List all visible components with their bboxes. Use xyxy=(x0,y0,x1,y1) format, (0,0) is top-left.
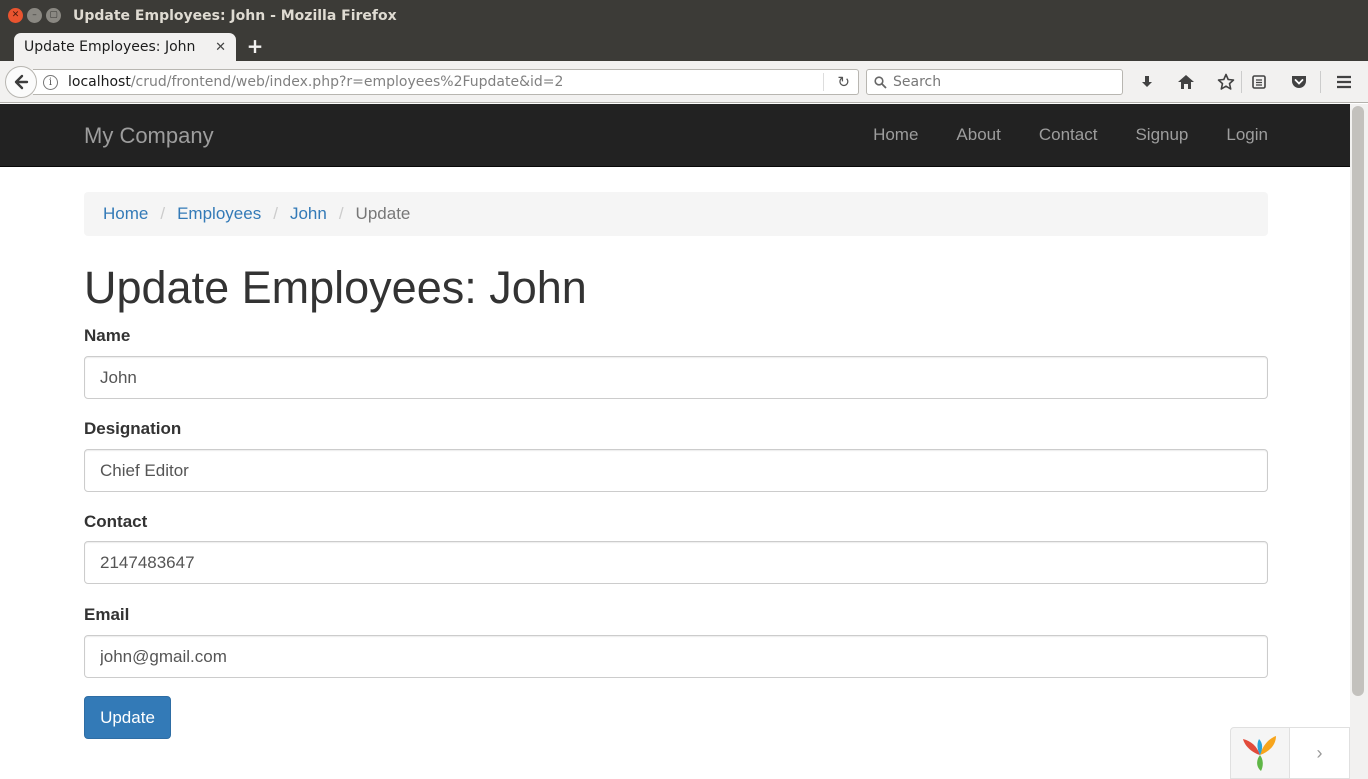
window-titlebar: ✕ – ▢ Update Employees: John - Mozilla F… xyxy=(0,0,1368,31)
url-path: /crud/frontend/web/index.php?r=employees… xyxy=(130,74,564,90)
page-title: Update Employees: John xyxy=(84,262,587,313)
breadcrumb-active-item: Update xyxy=(355,204,411,223)
breadcrumb-separator: / xyxy=(160,204,166,223)
url-host: localhost xyxy=(68,74,131,90)
nav-about-link[interactable]: About xyxy=(956,125,1000,145)
nav-login-link[interactable]: Login xyxy=(1226,125,1268,145)
toolbar-divider xyxy=(1241,71,1242,93)
bookmark-star-icon[interactable] xyxy=(1215,71,1237,93)
back-button[interactable] xyxy=(5,66,37,98)
yii-debug-toolbar[interactable]: › xyxy=(1230,727,1350,779)
breadcrumb-employees-link[interactable]: Employees xyxy=(177,204,261,224)
browser-toolbar: i localhost/crud/frontend/web/index.php?… xyxy=(0,61,1368,103)
window-maximize-icon[interactable]: ▢ xyxy=(46,8,61,23)
debug-toggle-icon[interactable]: › xyxy=(1289,728,1349,778)
site-nav-links: Home About Contact Signup Login xyxy=(835,125,1268,145)
page-viewport: My Company Home About Contact Signup Log… xyxy=(0,104,1350,779)
page-scrollbar-thumb[interactable] xyxy=(1352,106,1364,696)
email-label: Email xyxy=(84,605,130,624)
name-label: Name xyxy=(84,326,131,345)
search-box[interactable] xyxy=(866,69,1123,95)
brand-link[interactable]: My Company xyxy=(84,123,214,149)
name-input[interactable] xyxy=(84,356,1268,399)
site-info-icon[interactable]: i xyxy=(43,74,58,90)
breadcrumb-home-link[interactable]: Home xyxy=(103,204,148,224)
reading-list-icon[interactable] xyxy=(1248,71,1270,93)
search-icon xyxy=(874,75,887,89)
tab-title: Update Employees: John xyxy=(24,39,196,55)
nav-signup-link[interactable]: Signup xyxy=(1135,125,1188,145)
tab-close-icon[interactable]: ✕ xyxy=(215,40,226,55)
site-navbar: My Company Home About Contact Signup Log… xyxy=(0,104,1350,167)
pocket-icon[interactable] xyxy=(1288,71,1310,93)
nav-home-link[interactable]: Home xyxy=(873,125,918,145)
url-text[interactable]: localhost/crud/frontend/web/index.php?r=… xyxy=(68,74,563,90)
tab-strip: Update Employees: John ✕ + xyxy=(0,31,1368,61)
breadcrumb-john-link[interactable]: John xyxy=(290,204,327,224)
yii-logo-icon[interactable] xyxy=(1231,728,1289,778)
contact-input[interactable] xyxy=(84,541,1268,584)
breadcrumb: Home / Employees / John / Update xyxy=(84,192,1268,236)
designation-label: Designation xyxy=(84,419,182,438)
url-bar[interactable]: i localhost/crud/frontend/web/index.php?… xyxy=(33,69,859,95)
search-input[interactable] xyxy=(893,74,1113,90)
home-icon[interactable] xyxy=(1175,71,1197,93)
window-title: Update Employees: John - Mozilla Firefox xyxy=(73,7,397,24)
toolbar-divider-2 xyxy=(1320,71,1321,93)
contact-label: Contact xyxy=(84,512,148,531)
hamburger-menu-icon[interactable] xyxy=(1333,71,1355,93)
back-arrow-icon xyxy=(14,74,29,90)
download-icon[interactable] xyxy=(1136,71,1158,93)
breadcrumb-separator: / xyxy=(273,204,278,223)
reload-icon[interactable]: ↻ xyxy=(837,73,850,91)
breadcrumb-separator: / xyxy=(338,204,344,223)
window-minimize-icon[interactable]: – xyxy=(27,8,42,23)
designation-input[interactable] xyxy=(84,449,1268,492)
email-input[interactable] xyxy=(84,635,1268,678)
url-divider xyxy=(823,73,824,91)
update-button[interactable]: Update xyxy=(84,696,171,739)
new-tab-icon[interactable]: + xyxy=(245,34,265,58)
nav-contact-link[interactable]: Contact xyxy=(1039,125,1098,145)
window-close-icon[interactable]: ✕ xyxy=(8,8,23,23)
browser-tab[interactable]: Update Employees: John ✕ xyxy=(14,33,236,61)
